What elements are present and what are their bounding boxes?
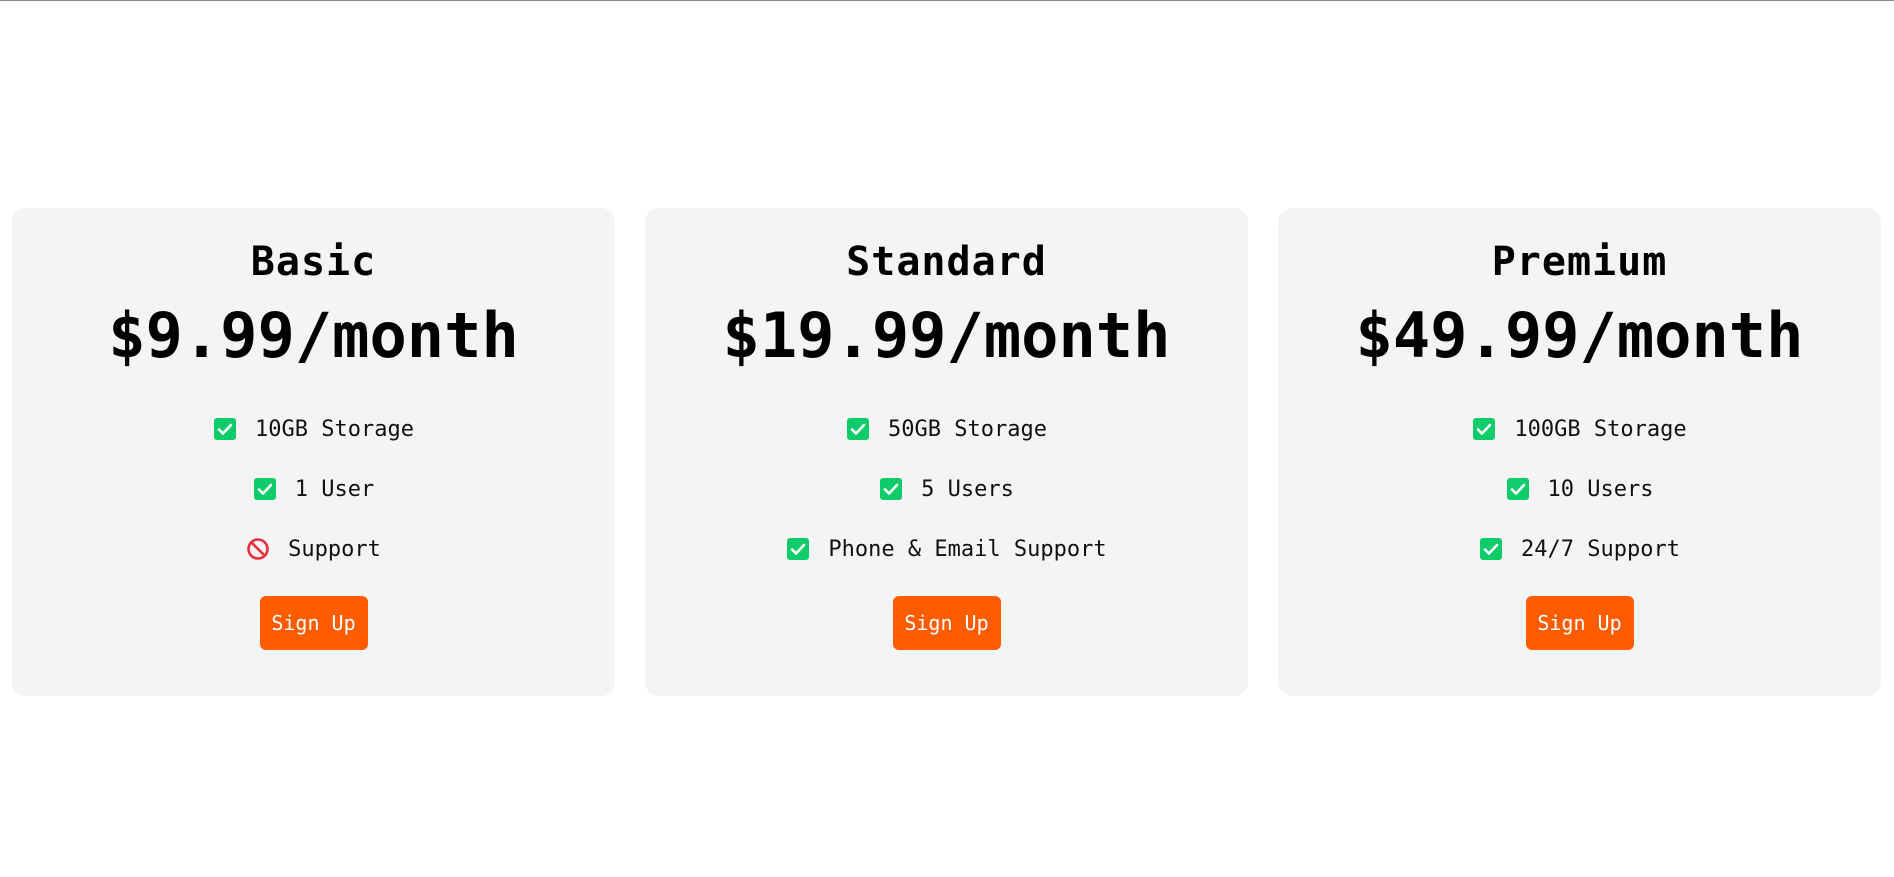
- feature-label: 50GB Storage: [888, 416, 1047, 442]
- feature-label: 24/7 Support: [1521, 536, 1680, 562]
- check-icon: [1506, 477, 1530, 501]
- feature-label: 10 Users: [1547, 476, 1654, 502]
- check-icon: [846, 417, 870, 441]
- prohibited-icon: [246, 537, 270, 561]
- feature-item: Phone & Email Support: [786, 534, 1107, 564]
- plan-name: Standard: [846, 239, 1047, 285]
- feature-item: 1 User: [253, 474, 374, 504]
- sign-up-button[interactable]: Sign Up: [1525, 596, 1634, 650]
- feature-label: 100GB Storage: [1514, 416, 1687, 442]
- check-icon: [786, 537, 810, 561]
- check-icon: [253, 477, 277, 501]
- feature-label: Support: [288, 536, 381, 562]
- check-icon: [879, 477, 903, 501]
- feature-list: 50GB Storage 5 Users Phone & Email Suppo…: [786, 414, 1107, 564]
- plan-card-premium: Premium $49.99/month 100GB Storage 10 Us…: [1278, 208, 1881, 696]
- top-divider: [0, 0, 1894, 1]
- check-icon: [1479, 537, 1503, 561]
- feature-item: 10 Users: [1506, 474, 1654, 504]
- sign-up-button[interactable]: Sign Up: [892, 596, 1001, 650]
- plan-name: Premium: [1491, 239, 1668, 285]
- plan-name: Basic: [250, 239, 377, 285]
- plan-price: $19.99/month: [722, 299, 1171, 372]
- feature-label: 10GB Storage: [255, 416, 414, 442]
- feature-item: 10GB Storage: [213, 414, 414, 444]
- feature-list: 10GB Storage 1 User Support: [213, 414, 414, 564]
- plan-card-basic: Basic $9.99/month 10GB Storage 1 User Su…: [12, 208, 615, 696]
- feature-label: 5 Users: [921, 476, 1014, 502]
- check-icon: [213, 417, 237, 441]
- sign-up-button[interactable]: Sign Up: [259, 596, 368, 650]
- plan-price: $9.99/month: [108, 299, 519, 372]
- pricing-plans: Basic $9.99/month 10GB Storage 1 User Su…: [12, 208, 1882, 696]
- feature-item: 24/7 Support: [1479, 534, 1680, 564]
- plan-card-standard: Standard $19.99/month 50GB Storage 5 Use…: [645, 208, 1248, 696]
- feature-list: 100GB Storage 10 Users 24/7 Support: [1472, 414, 1687, 564]
- plan-price: $49.99/month: [1355, 299, 1804, 372]
- check-icon: [1472, 417, 1496, 441]
- feature-label: 1 User: [294, 476, 375, 502]
- feature-item: 5 Users: [879, 474, 1014, 504]
- feature-label: Phone & Email Support: [828, 536, 1107, 562]
- feature-item: 100GB Storage: [1472, 414, 1687, 444]
- feature-item: Support: [246, 534, 381, 564]
- feature-item: 50GB Storage: [846, 414, 1047, 444]
